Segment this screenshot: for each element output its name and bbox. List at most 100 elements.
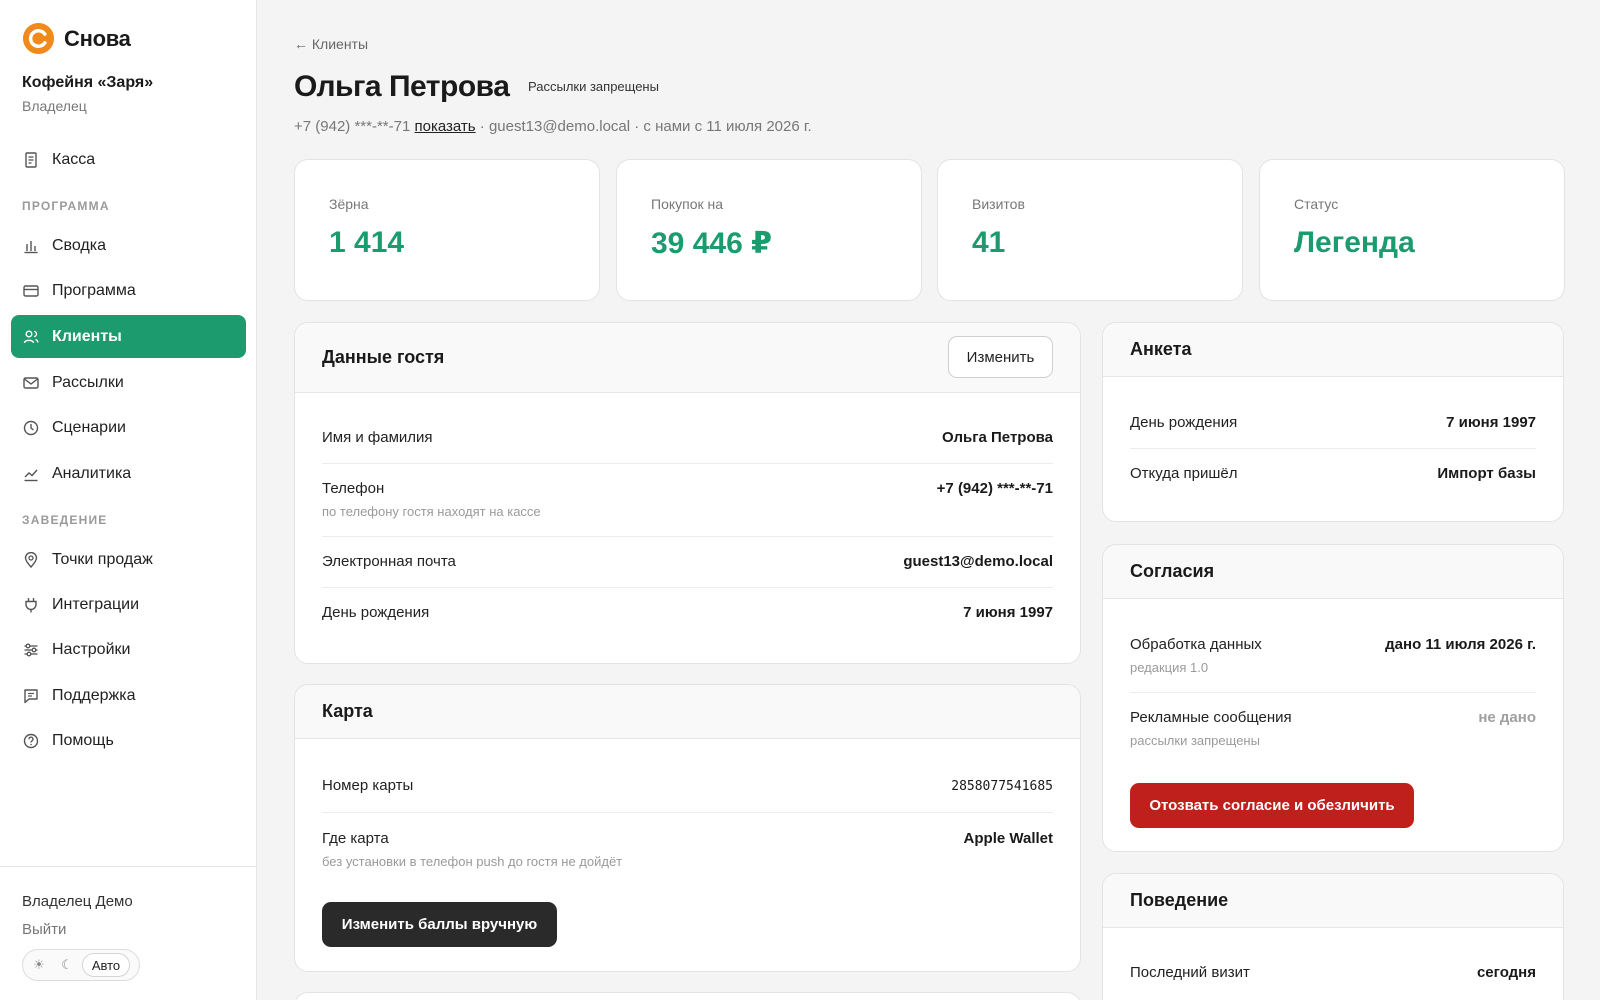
row-hint: без установки в телефон push до гостя не… xyxy=(322,854,623,869)
sidebar-item-label: Клиенты xyxy=(52,327,122,345)
row-value: 7 июня 1997 xyxy=(963,604,1053,621)
card-title: Карта xyxy=(322,701,373,721)
nav-section-program: ПРОГРАММА xyxy=(22,199,110,213)
current-user-name: Владелец Демо xyxy=(22,893,133,910)
logout-link[interactable]: Выйти xyxy=(22,921,66,938)
sidebar-item-settings[interactable]: Настройки xyxy=(11,628,246,671)
row-label: Откуда пришёл xyxy=(1130,465,1238,482)
card-header: Согласия xyxy=(1103,545,1563,599)
trend-icon xyxy=(23,466,39,482)
row-value: guest13@demo.local xyxy=(903,553,1053,570)
card-header: Карта xyxy=(295,685,1080,739)
sidebar-item-program[interactable]: Программа xyxy=(11,269,246,312)
stat-value: Легенда xyxy=(1294,226,1415,259)
row-hint: рассылки запрещены xyxy=(1130,733,1260,748)
stat-label: Покупок на xyxy=(651,196,724,212)
card-title: Данные гостя xyxy=(322,347,445,367)
stat-value: 1 414 xyxy=(329,226,405,259)
sidebar-item-scenarios[interactable]: Сценарии xyxy=(11,406,246,449)
card-title: Поведение xyxy=(1130,890,1229,910)
help-circle-icon xyxy=(23,733,39,749)
receipt-icon xyxy=(23,151,39,168)
row-label: Обработка данных xyxy=(1130,636,1262,653)
card-header: Анкета xyxy=(1103,323,1563,377)
brand-name: Снова xyxy=(64,25,131,51)
behavior-card: Поведение Последний визит сегодня xyxy=(1102,873,1564,1000)
row-label: Последний визит xyxy=(1130,964,1250,981)
sidebar-item-label: Сводка xyxy=(52,236,107,254)
stat-label: Визитов xyxy=(972,196,1025,212)
consents-card: Согласия Обработка данных редакция 1.0 д… xyxy=(1102,544,1564,852)
row-value: Импорт базы xyxy=(1437,465,1536,482)
row-label: Электронная почта xyxy=(322,553,456,570)
sidebar-item-mailings[interactable]: Рассылки xyxy=(11,361,246,404)
card-header: Поведение xyxy=(1103,874,1563,928)
sidebar-item-label: Точки продаж xyxy=(52,550,153,568)
brand[interactable]: Снова xyxy=(22,22,131,55)
plug-icon xyxy=(23,597,39,613)
client-phone: +7 (942) ***-**-71 xyxy=(294,118,411,135)
sidebar-item-integrations[interactable]: Интеграции xyxy=(11,583,246,626)
users-icon xyxy=(23,329,39,345)
row-value: Ольга Петрова xyxy=(942,429,1053,446)
sidebar: Снова Кофейня «Заря» Владелец Касса ПРОГ… xyxy=(0,0,257,1000)
row-label: Имя и фамилия xyxy=(322,429,433,446)
sidebar-item-label: Настройки xyxy=(52,640,131,658)
sidebar-item-support[interactable]: Поддержка xyxy=(11,674,246,717)
row-value: Apple Wallet xyxy=(963,830,1053,847)
sidebar-item-summary[interactable]: Сводка xyxy=(11,224,246,267)
sidebar-item-label: Поддержка xyxy=(52,686,136,704)
stat-value: 39 446 ₽ xyxy=(651,227,772,260)
card-icon xyxy=(23,283,39,299)
row-label: Где карта xyxy=(322,830,389,847)
theme-switch: ☀ ☾ Авто xyxy=(22,949,140,981)
divider xyxy=(1130,692,1536,693)
row-value: +7 (942) ***-**-71 xyxy=(936,480,1053,497)
row-value: 2858077541685 xyxy=(951,779,1053,794)
sidebar-item-label: Интеграции xyxy=(52,595,140,613)
client-meta: · guest13@demo.local · с нами с 11 июля … xyxy=(479,118,812,135)
sidebar-item-label: Рассылки xyxy=(52,373,124,391)
card-title: Анкета xyxy=(1130,339,1192,359)
org-name: Кофейня «Заря» xyxy=(22,74,154,91)
sun-icon[interactable]: ☀ xyxy=(26,953,52,977)
sidebar-item-label: Касса xyxy=(52,150,96,168)
theme-auto-option[interactable]: Авто xyxy=(82,953,130,977)
sidebar-item-help[interactable]: Помощь xyxy=(11,719,246,762)
status-badge: Рассылки запрещены xyxy=(528,79,659,94)
page-title: Ольга Петрова xyxy=(294,70,510,103)
sidebar-item-label: Сценарии xyxy=(52,418,126,436)
row-hint: по телефону гостя находят на кассе xyxy=(322,504,541,519)
sliders-icon xyxy=(23,642,39,658)
next-card xyxy=(294,992,1081,1000)
sidebar-item-clients[interactable]: Клиенты xyxy=(11,315,246,358)
sidebar-item-points[interactable]: Точки продаж xyxy=(11,538,246,581)
row-hint: редакция 1.0 xyxy=(1130,660,1209,675)
row-label: Номер карты xyxy=(322,777,414,794)
row-value: не дано xyxy=(1478,709,1536,726)
sidebar-item-label: Помощь xyxy=(52,731,114,749)
sidebar-item-cashier[interactable]: Касса xyxy=(11,138,246,181)
survey-card: Анкета День рождения 7 июня 1997 Откуда … xyxy=(1102,322,1564,522)
revoke-consent-button[interactable]: Отозвать согласие и обезличить xyxy=(1130,783,1414,828)
divider xyxy=(322,587,1053,588)
stat-label: Зёрна xyxy=(329,196,369,212)
row-value: 7 июня 1997 xyxy=(1446,414,1536,431)
row-label: Рекламные сообщения xyxy=(1130,709,1292,726)
clock-icon xyxy=(23,420,39,436)
back-link[interactable]: ← Клиенты xyxy=(294,36,368,52)
divider xyxy=(322,463,1053,464)
divider xyxy=(322,812,1053,813)
sidebar-item-label: Аналитика xyxy=(52,464,132,482)
edit-guest-button[interactable]: Изменить xyxy=(948,336,1053,378)
row-value: сегодня xyxy=(1476,964,1536,981)
guest-data-card: Данные гостя Изменить Имя и фамилия Ольг… xyxy=(294,322,1081,664)
sidebar-item-analytics[interactable]: Аналитика xyxy=(11,452,246,495)
stat-card-beans: Зёрна 1 414 xyxy=(294,159,600,301)
nav-section-venue: ЗАВЕДЕНИЕ xyxy=(22,513,108,527)
sidebar-footer: Владелец Демо Выйти ☀ ☾ Авто xyxy=(0,866,256,1000)
show-phone-link[interactable]: показать xyxy=(415,118,476,135)
adjust-points-button[interactable]: Изменить баллы вручную xyxy=(322,902,557,947)
stat-card-purchases: Покупок на 39 446 ₽ xyxy=(616,159,922,301)
moon-icon[interactable]: ☾ xyxy=(54,953,80,977)
